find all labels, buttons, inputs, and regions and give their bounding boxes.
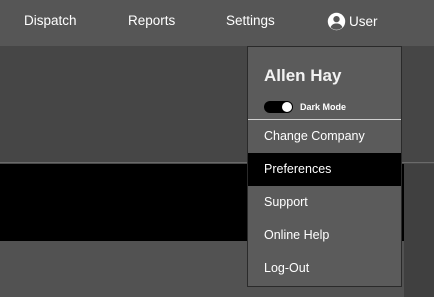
dark-mode-label: Dark Mode [300, 102, 347, 112]
menu-item-preferences[interactable]: Preferences [248, 153, 401, 186]
account-circle-icon [327, 12, 346, 30]
toggle-knob [282, 102, 292, 112]
right-gutter [404, 164, 434, 297]
nav-dispatch[interactable]: Dispatch [24, 13, 77, 28]
user-name: Allen Hay [264, 66, 342, 85]
menu-item-online-help[interactable]: Online Help [248, 219, 401, 252]
user-dropdown-menu: Allen Hay Dark Mode Change Company Prefe… [247, 46, 402, 287]
top-nav-bar: Dispatch Reports Settings User [0, 0, 434, 46]
menu-item-change-company[interactable]: Change Company [248, 120, 401, 153]
nav-user-label: User [349, 13, 378, 29]
nav-settings[interactable]: Settings [226, 13, 275, 28]
menu-item-log-out[interactable]: Log-Out [248, 252, 401, 285]
dark-mode-row: Dark Mode [264, 101, 346, 113]
dark-mode-toggle[interactable] [264, 101, 293, 113]
user-menu-header: Allen Hay Dark Mode [248, 47, 401, 120]
nav-reports[interactable]: Reports [128, 13, 175, 28]
menu-item-support[interactable]: Support [248, 186, 401, 219]
nav-user-menu-button[interactable]: User [327, 10, 378, 32]
